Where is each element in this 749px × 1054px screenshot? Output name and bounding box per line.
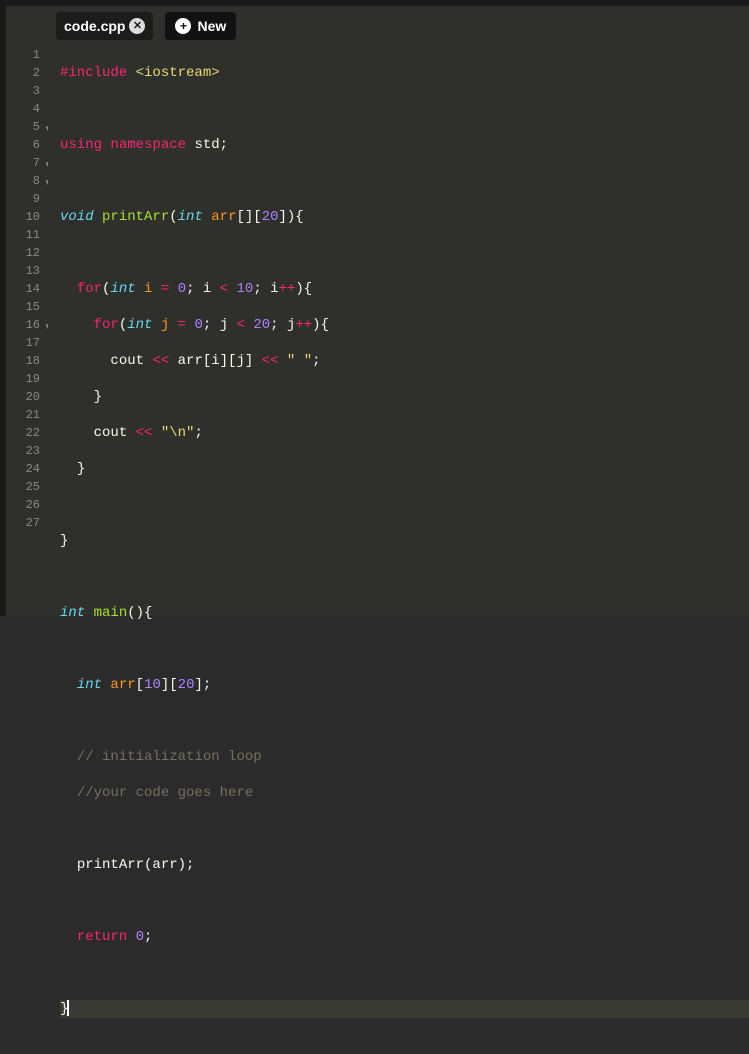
- code-line: [60, 640, 749, 658]
- close-icon[interactable]: ✕: [129, 18, 145, 34]
- code-line: #include <iostream>: [60, 64, 749, 82]
- line-number: 27: [6, 514, 40, 532]
- line-number: 7▾: [6, 154, 40, 172]
- line-number: 16▾: [6, 316, 40, 334]
- code-line: }: [60, 532, 749, 550]
- code-line-active: }: [60, 1000, 749, 1018]
- line-number: 3: [6, 82, 40, 100]
- code-line: [60, 244, 749, 262]
- line-number: 26: [6, 496, 40, 514]
- code-line: }: [60, 460, 749, 478]
- line-number: 24: [6, 460, 40, 478]
- line-number: 21: [6, 406, 40, 424]
- tab-label: code.cpp: [64, 18, 125, 34]
- code-line: printArr(arr);: [60, 856, 749, 874]
- line-number: 4: [6, 100, 40, 118]
- line-number: 12: [6, 244, 40, 262]
- tab-code-cpp[interactable]: code.cpp ✕: [56, 12, 153, 40]
- code-line: int main(){: [60, 604, 749, 622]
- code-line: // initialization loop: [60, 748, 749, 766]
- new-tab-button[interactable]: + New: [165, 12, 236, 40]
- code-line: [60, 568, 749, 586]
- code-line: for(int j = 0; j < 20; j++){: [60, 316, 749, 334]
- line-number: 15: [6, 298, 40, 316]
- code-line: [60, 496, 749, 514]
- line-number: 2: [6, 64, 40, 82]
- line-number: 8▾: [6, 172, 40, 190]
- code-line: int arr[10][20];: [60, 676, 749, 694]
- code-line: void printArr(int arr[][20]){: [60, 208, 749, 226]
- line-number: 5▾: [6, 118, 40, 136]
- plus-icon: +: [175, 18, 191, 34]
- code-line: using namespace std;: [60, 136, 749, 154]
- new-tab-label: New: [197, 18, 226, 34]
- code-editor[interactable]: 1 2 3 4 5▾ 6 7▾ 8▾ 9 10 11 12 13 14 15 1…: [6, 46, 749, 616]
- code-line: //your code goes here: [60, 784, 749, 802]
- text-cursor: [67, 1000, 69, 1016]
- line-number: 9: [6, 190, 40, 208]
- line-number: 22: [6, 424, 40, 442]
- code-line: [60, 964, 749, 982]
- code-line: cout << arr[i][j] << " ";: [60, 352, 749, 370]
- line-number: 19: [6, 370, 40, 388]
- line-number: 18: [6, 352, 40, 370]
- line-number: 25: [6, 478, 40, 496]
- code-line: [60, 100, 749, 118]
- line-number: 10: [6, 208, 40, 226]
- line-number: 1: [6, 46, 40, 64]
- line-number: 6: [6, 136, 40, 154]
- line-number: 17: [6, 334, 40, 352]
- line-number: 11: [6, 226, 40, 244]
- editor-window: code.cpp ✕ + New 1 2 3 4 5▾ 6 7▾ 8▾ 9 10…: [0, 0, 749, 616]
- code-line: for(int i = 0; i < 10; i++){: [60, 280, 749, 298]
- line-number: 14: [6, 280, 40, 298]
- line-number: 20: [6, 388, 40, 406]
- tab-bar: code.cpp ✕ + New: [6, 6, 749, 46]
- code-line: [60, 820, 749, 838]
- code-line: }: [60, 388, 749, 406]
- line-number-gutter: 1 2 3 4 5▾ 6 7▾ 8▾ 9 10 11 12 13 14 15 1…: [6, 46, 48, 616]
- line-number: 13: [6, 262, 40, 280]
- code-area[interactable]: #include <iostream> using namespace std;…: [48, 46, 749, 616]
- line-number: 23: [6, 442, 40, 460]
- code-line: [60, 172, 749, 190]
- code-line: return 0;: [60, 928, 749, 946]
- code-line: cout << "\n";: [60, 424, 749, 442]
- code-line: [60, 712, 749, 730]
- code-line: [60, 892, 749, 910]
